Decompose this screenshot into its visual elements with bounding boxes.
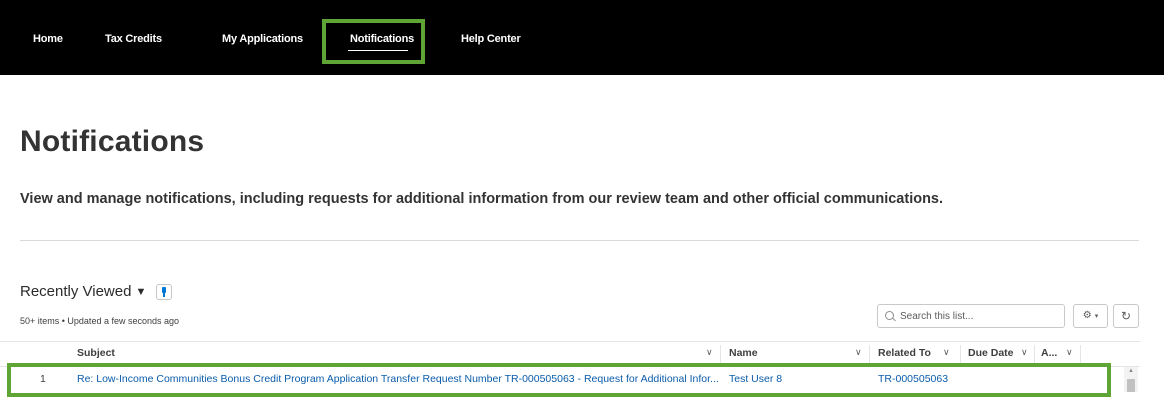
chevron-down-icon[interactable]: ∨ (943, 347, 950, 358)
column-divider (869, 345, 870, 363)
scroll-thumb[interactable] (1127, 379, 1135, 392)
list-view-meta: 50+ items • Updated a few seconds ago (20, 316, 179, 326)
caret-down-icon: ▼ (135, 286, 147, 298)
nav-home[interactable]: Home (33, 33, 63, 45)
search-input[interactable] (900, 305, 1060, 327)
search-list-box[interactable] (877, 304, 1065, 328)
nav-tax-credits[interactable]: Tax Credits (105, 33, 162, 45)
gear-icon: ⚙ (1082, 310, 1092, 321)
chevron-down-icon[interactable]: ∨ (1066, 347, 1073, 358)
column-divider (960, 345, 961, 363)
column-divider (1080, 345, 1081, 363)
scroll-up-icon[interactable]: ▲ (1128, 368, 1134, 374)
notifications-highlight-box (322, 19, 425, 64)
nav-help-center[interactable]: Help Center (461, 33, 521, 45)
column-divider (1034, 345, 1035, 363)
list-view-title: Recently Viewed (20, 283, 132, 300)
pin-icon (162, 287, 166, 297)
search-icon (885, 311, 894, 320)
list-settings-button[interactable]: ⚙ ▾ (1073, 304, 1108, 328)
chevron-down-icon[interactable]: ∨ (706, 347, 713, 358)
page-title: Notifications (20, 125, 205, 158)
column-divider (720, 345, 721, 363)
list-view-selector[interactable]: Recently Viewed ▼ (20, 283, 146, 300)
pin-list-button[interactable] (156, 284, 172, 300)
chevron-down-icon[interactable]: ∨ (1021, 347, 1028, 358)
page-description: View and manage notifications, including… (20, 191, 944, 207)
top-navigation: Home Tax Credits My Applications Notific… (0, 0, 1164, 75)
table-scrollbar[interactable]: ▲ (1124, 367, 1138, 392)
refresh-icon: ↻ (1120, 309, 1132, 323)
divider (20, 240, 1139, 241)
chevron-down-icon: ▾ (1094, 313, 1099, 320)
nav-my-applications[interactable]: My Applications (222, 33, 303, 45)
refresh-button[interactable]: ↻ (1113, 304, 1139, 328)
chevron-down-icon[interactable]: ∨ (855, 347, 862, 358)
